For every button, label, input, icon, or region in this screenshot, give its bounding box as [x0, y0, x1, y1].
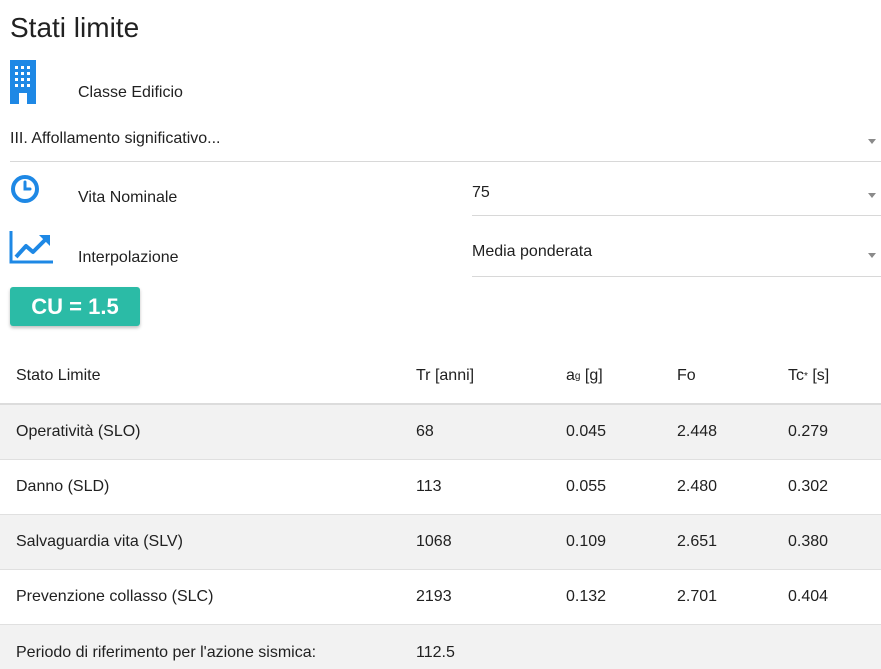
cell-stato: Operatività (SLO) [16, 423, 141, 440]
header-fo: Fo [677, 367, 696, 384]
cell-tr: 68 [416, 423, 434, 440]
cell-stato: Prevenzione collasso (SLC) [16, 588, 214, 605]
cell-tc: 0.404 [788, 588, 829, 605]
vita-nominale-value: 75 [472, 184, 490, 201]
cell-fo: 2.480 [677, 478, 718, 495]
chevron-down-icon [868, 253, 876, 258]
header-tc: Tc * [s] [788, 349, 829, 403]
trending-up-icon [9, 231, 53, 264]
vita-nominale-label: Vita Nominale [78, 189, 178, 206]
periodo-riferimento-value: 112.5 [416, 643, 455, 661]
building-icon [10, 60, 36, 104]
cell-ag: 0.132 [566, 588, 607, 605]
classe-edificio-select[interactable]: III. Affollamento significativo... [10, 130, 881, 162]
classe-edificio-label: Classe Edificio [78, 84, 183, 101]
cell-ag: 0.045 [566, 423, 607, 440]
periodo-riferimento-label: Periodo di riferimento per l'azione sism… [16, 643, 317, 661]
header-ag-base: a [566, 367, 575, 384]
cell-tc: 0.380 [788, 533, 829, 550]
cell-tc: 0.302 [788, 478, 829, 495]
cell-ag: 0.109 [566, 533, 607, 550]
page-title: Stati limite [10, 12, 140, 43]
header-stato-limite: Stato Limite [16, 367, 101, 384]
cell-stato: Salvaguardia vita (SLV) [16, 533, 183, 550]
table-row: Prevenzione collasso (SLC) 2193 0.132 2.… [0, 570, 881, 625]
cell-tr: 1068 [416, 533, 452, 550]
cell-stato: Danno (SLD) [16, 478, 110, 495]
interpolazione-label: Interpolazione [78, 249, 179, 266]
header-ag: ag [g] [566, 349, 603, 403]
table-row: Danno (SLD) 113 0.055 2.480 0.302 [0, 460, 881, 515]
header-tc-base: Tc [788, 367, 804, 384]
chevron-down-icon [868, 193, 876, 198]
cell-tr: 113 [416, 478, 442, 495]
header-tr: Tr [anni] [416, 367, 475, 384]
cu-badge: CU = 1.5 [10, 287, 140, 326]
cell-fo: 2.651 [677, 533, 718, 550]
table-row: Salvaguardia vita (SLV) 1068 0.109 2.651… [0, 515, 881, 570]
table-footer-row: Periodo di riferimento per l'azione sism… [0, 625, 881, 669]
stati-limite-table: Stato Limite Tr [anni] ag [g] Fo Tc * [s]… [0, 349, 881, 669]
header-ag-unit: [g] [580, 367, 603, 384]
classe-edificio-value: III. Affollamento significativo... [10, 130, 221, 147]
clock-icon [11, 175, 39, 203]
header-tc-unit: [s] [807, 367, 830, 384]
cell-fo: 2.448 [677, 423, 718, 440]
cell-tr: 2193 [416, 588, 452, 605]
chevron-down-icon [868, 139, 876, 144]
cell-fo: 2.701 [677, 588, 718, 605]
table-row: Operatività (SLO) 68 0.045 2.448 0.279 [0, 405, 881, 460]
interpolazione-select[interactable]: Media ponderata [472, 243, 881, 277]
cell-tc: 0.279 [788, 423, 829, 440]
vita-nominale-select[interactable]: 75 [472, 184, 881, 216]
table-header-row: Stato Limite Tr [anni] ag [g] Fo Tc * [s] [0, 349, 881, 405]
cell-ag: 0.055 [566, 478, 607, 495]
interpolazione-value: Media ponderata [472, 243, 593, 260]
